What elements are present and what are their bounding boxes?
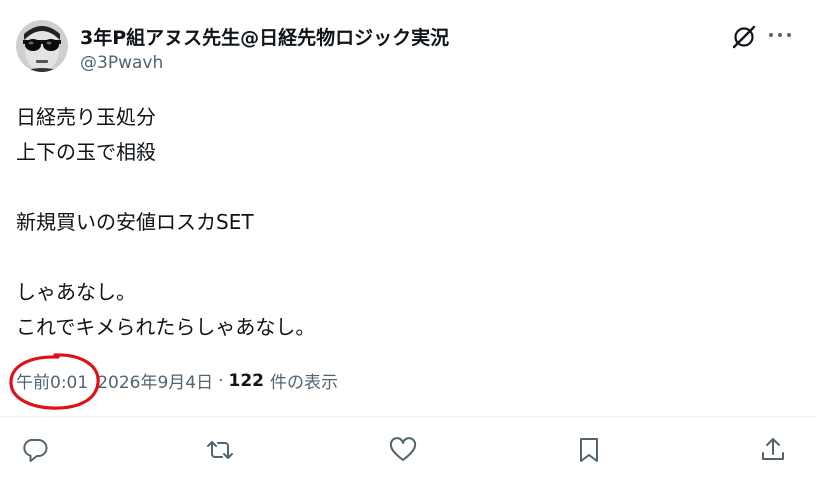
- retweet-button[interactable]: [206, 436, 234, 464]
- views-count[interactable]: 122: [229, 371, 265, 391]
- reply-button[interactable]: [22, 436, 50, 464]
- post-line: 日経売り玉処分: [16, 105, 156, 129]
- more-button[interactable]: [766, 22, 794, 50]
- more-dots-icon: [769, 33, 791, 37]
- like-icon: [389, 437, 417, 461]
- avatar[interactable]: [16, 20, 68, 72]
- post-line: 上下の玉で相殺: [16, 140, 156, 164]
- like-button[interactable]: [389, 436, 417, 464]
- red-circle-annotation: [6, 351, 104, 413]
- share-button[interactable]: [759, 436, 787, 464]
- reply-icon: [23, 438, 48, 462]
- author-display-name[interactable]: 3年P組アヌス先生@日経先物ロジック実況: [80, 23, 449, 50]
- meta-separator: ·: [218, 370, 224, 391]
- bookmark-button[interactable]: [575, 436, 603, 464]
- retweet-icon: [207, 441, 233, 459]
- views-label[interactable]: 件の表示: [270, 368, 338, 393]
- post-line: [16, 240, 315, 275]
- post-line: しゃあなし。: [16, 280, 136, 304]
- post-line: これでキメられたらしゃあなし。: [16, 315, 316, 339]
- post-line: [16, 170, 315, 205]
- post-text: 日経売り玉処分 上下の玉で相殺 新規買いの安値ロスカSET しゃあなし。 これで…: [16, 100, 315, 345]
- share-icon: [762, 438, 784, 460]
- author-handle[interactable]: @3Pwavh: [80, 53, 163, 73]
- divider: [0, 416, 816, 417]
- post-line: 新規買いの安値ロスカSET: [16, 210, 254, 234]
- bookmark-icon: [580, 438, 598, 462]
- sunglasses-avatar-icon: [16, 20, 68, 72]
- post-date[interactable]: 2026年9月4日: [97, 368, 213, 393]
- grok-icon: [732, 25, 756, 49]
- grok-button[interactable]: [731, 24, 757, 50]
